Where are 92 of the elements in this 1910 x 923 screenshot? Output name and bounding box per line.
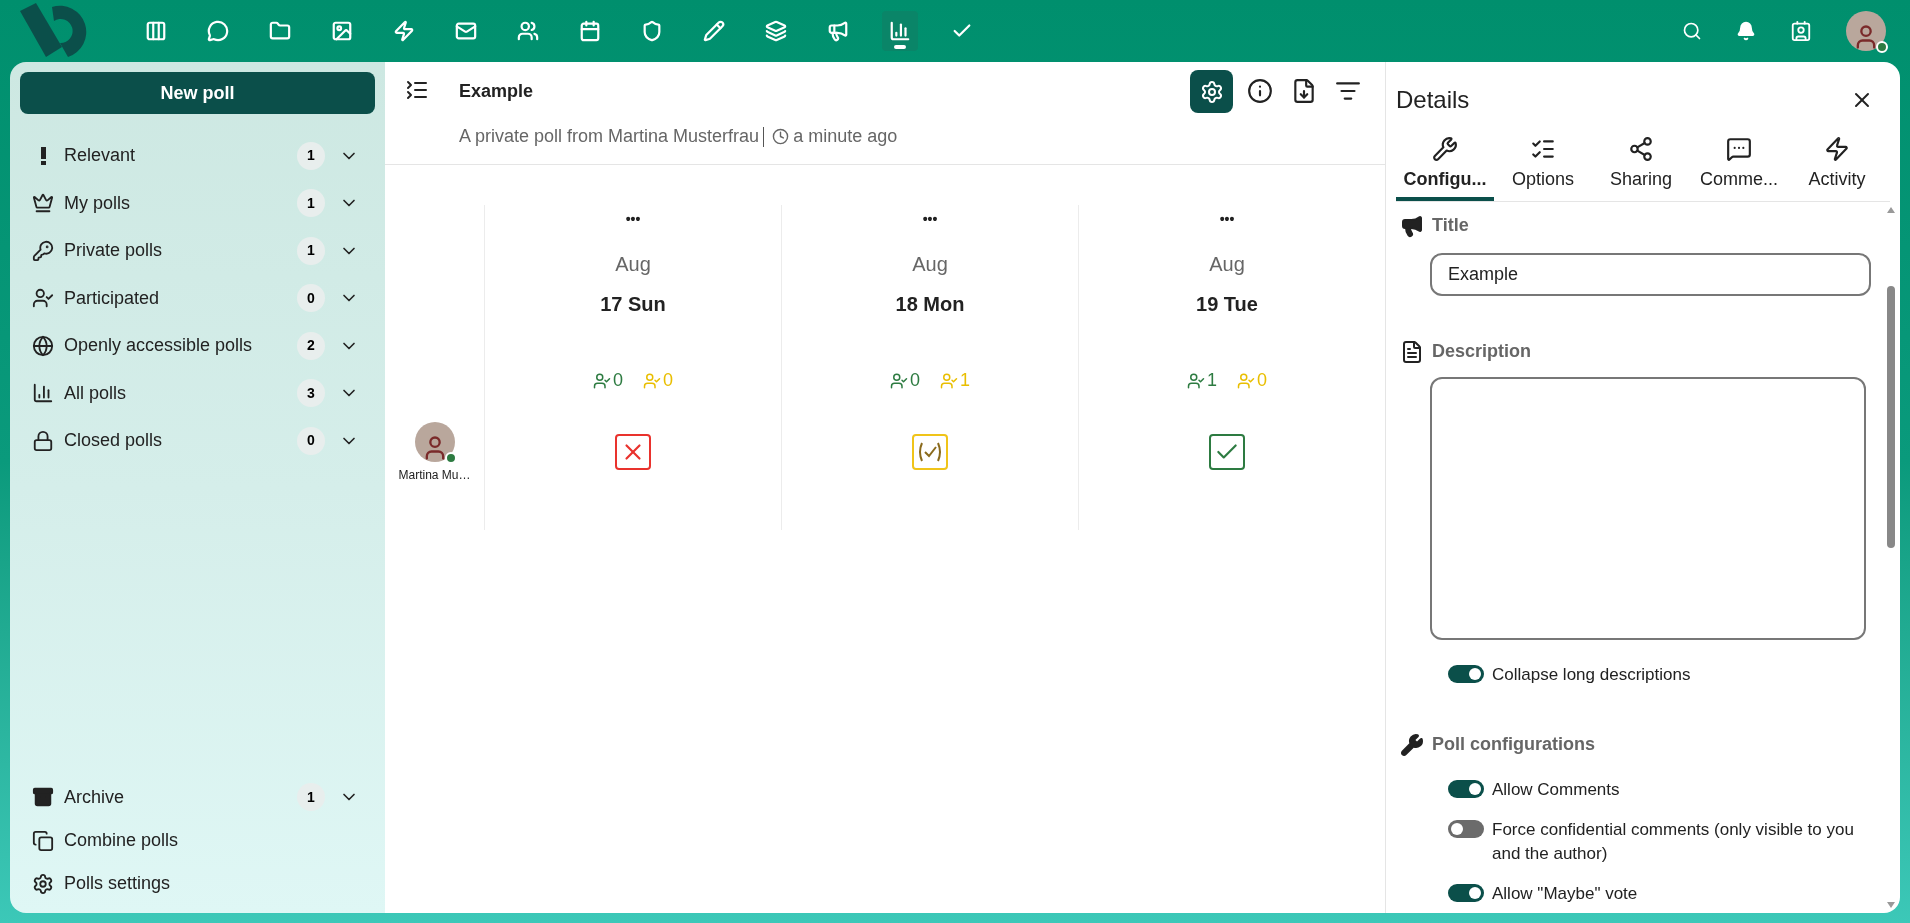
toggle-switch[interactable] — [1448, 884, 1484, 902]
option-menu[interactable]: ••• — [625, 209, 641, 229]
sidebar-link[interactable]: Polls settings — [20, 862, 375, 905]
details-tab[interactable]: Activity — [1788, 132, 1886, 201]
file-download-icon[interactable] — [1291, 78, 1317, 104]
participant-avatar[interactable] — [414, 422, 455, 462]
details-tab[interactable]: Options — [1494, 132, 1592, 201]
bar-chart-icon[interactable] — [882, 11, 918, 51]
option-menu[interactable]: ••• — [922, 209, 938, 229]
bar-chart-icon — [32, 382, 54, 405]
overlapping-squares-icon — [32, 829, 54, 852]
poll-title: Example — [459, 80, 535, 103]
count-badge: 0 — [297, 426, 325, 455]
megaphone-icon — [1400, 213, 1424, 238]
gear-icon — [1199, 79, 1224, 104]
archive-box-icon — [32, 786, 54, 808]
user-avatar[interactable] — [1846, 11, 1886, 51]
sidebar-item[interactable]: Participated 0 — [20, 274, 375, 322]
section-heading: Description — [1432, 340, 1532, 363]
document-icon — [1400, 339, 1424, 364]
count-badge: 2 — [297, 331, 325, 360]
scroll-up-arrow-icon[interactable] — [1886, 206, 1896, 214]
yes-vote-icon[interactable] — [1209, 434, 1245, 470]
notification-bell-icon[interactable] — [1736, 21, 1756, 41]
info-icon[interactable] — [1247, 78, 1273, 104]
count-badge: 1 — [297, 783, 325, 811]
search-icon[interactable] — [1682, 21, 1702, 41]
yes-count: 0 — [890, 367, 920, 394]
details-tab[interactable]: Comme... — [1690, 132, 1788, 201]
key-icon — [32, 239, 54, 262]
details-tab[interactable]: Sharing — [1592, 132, 1690, 201]
sidebar-item[interactable]: Relevant 1 — [20, 132, 375, 180]
sidebar-item[interactable]: Closed polls 0 — [20, 417, 375, 465]
exclamation-icon — [40, 146, 46, 165]
lock-icon — [32, 429, 54, 452]
comment-icon — [1726, 136, 1752, 162]
toggle-label: Force confidential comments (only visible to you and the author) — [1492, 819, 1855, 865]
toggle-label: Collapse long descriptions — [1492, 664, 1691, 686]
scroll-down-arrow-icon[interactable] — [1886, 901, 1896, 909]
maybe-vote-icon[interactable] — [912, 434, 948, 470]
details-heading: Details — [1396, 85, 1470, 115]
option-month: Aug — [1209, 252, 1245, 277]
sidebar-item[interactable]: All polls 3 — [20, 369, 375, 417]
toggle-label: Allow "Maybe" vote — [1492, 883, 1638, 905]
option-month: Aug — [912, 252, 948, 277]
crown-icon — [32, 192, 54, 215]
title-input-field[interactable]: Example — [1430, 253, 1871, 296]
sidebar-item[interactable]: My polls 1 — [20, 179, 375, 227]
option-month: Aug — [615, 252, 651, 277]
section-heading: Title — [1432, 214, 1469, 237]
collapse-sidebar-icon[interactable] — [405, 78, 429, 102]
details-tab[interactable]: Configu... — [1396, 132, 1494, 201]
sidebar-link[interactable]: Combine polls — [20, 819, 375, 862]
section-heading: Poll configurations — [1432, 733, 1595, 756]
count-badge: 1 — [297, 141, 325, 170]
maybe-count: 0 — [1237, 367, 1267, 394]
contacts-icon[interactable] — [1790, 20, 1812, 42]
maybe-count: 0 — [643, 367, 673, 394]
lightning-icon — [1824, 136, 1850, 162]
sidebar-item[interactable]: Private polls 1 — [20, 227, 375, 275]
toggle-switch[interactable] — [1448, 820, 1484, 838]
sidebar-item[interactable]: Archive 1 — [20, 775, 375, 819]
poll-subtitle: A private poll from Martina Musterfrau — [459, 125, 760, 148]
globe-icon — [32, 334, 54, 357]
clock-icon — [772, 128, 790, 145]
yes-count: 1 — [1187, 367, 1217, 394]
description-text-area[interactable] — [1430, 377, 1866, 640]
wrench-icon — [1400, 732, 1424, 757]
count-badge: 1 — [297, 236, 325, 265]
count-badge: 1 — [297, 189, 325, 218]
wrench-icon — [1432, 136, 1458, 162]
count-badge: 0 — [297, 284, 325, 313]
scrollbar-thumb[interactable] — [1887, 286, 1895, 548]
toggle-switch[interactable] — [1448, 665, 1484, 683]
no-vote-icon[interactable] — [615, 434, 651, 470]
yes-count: 0 — [593, 367, 623, 394]
maybe-count: 1 — [940, 367, 970, 394]
share-icon — [1628, 136, 1654, 162]
toggle-label: Allow Comments — [1492, 779, 1620, 801]
poll-time: a minute ago — [793, 125, 898, 148]
settings-button[interactable] — [1190, 70, 1233, 113]
user-check-icon — [32, 287, 54, 310]
participant-name: Martina Mu… — [398, 467, 471, 484]
settings-icon — [32, 872, 54, 895]
option-day: 18 Mon — [895, 289, 965, 319]
sidebar-item[interactable]: Openly accessible polls 2 — [20, 322, 375, 370]
new-poll-button[interactable]: New poll — [20, 72, 375, 114]
option-menu[interactable]: ••• — [1219, 209, 1235, 229]
toggle-switch[interactable] — [1448, 780, 1484, 798]
option-day: 17 Sun — [600, 289, 666, 319]
count-badge: 3 — [297, 379, 325, 408]
option-day: 19 Tue — [1196, 289, 1258, 319]
